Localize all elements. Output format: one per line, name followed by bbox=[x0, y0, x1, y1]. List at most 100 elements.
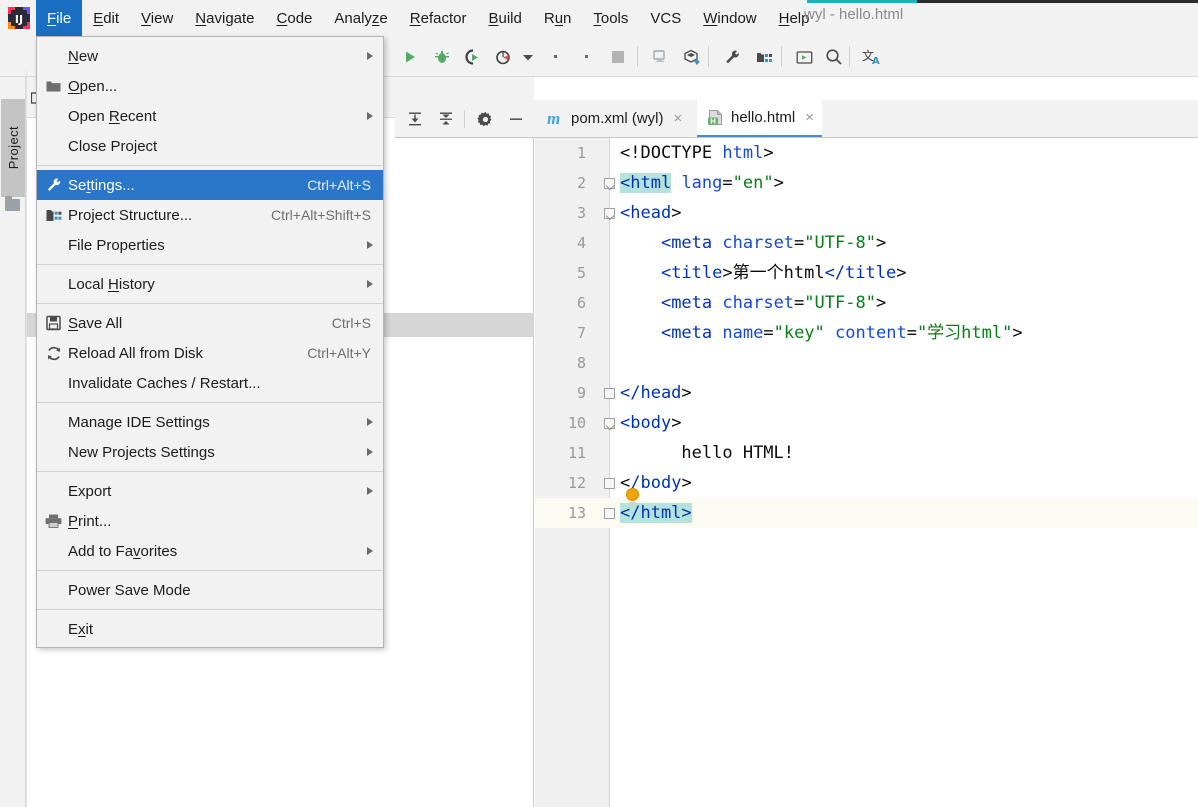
dropdown-arrow-icon[interactable] bbox=[516, 45, 540, 69]
menu-item-shortcut: Ctrl+Alt+S bbox=[307, 177, 371, 193]
code-editor[interactable]: 1<!DOCTYPE html>2<html lang="en">3<head>… bbox=[535, 138, 1198, 807]
fold-expand-icon[interactable] bbox=[604, 208, 615, 219]
code-line[interactable]: </head> bbox=[620, 378, 1198, 408]
menu-item-save-all[interactable]: Save AllCtrl+S bbox=[37, 308, 383, 338]
expand-all-icon[interactable] bbox=[404, 108, 426, 130]
svg-text:A: A bbox=[872, 56, 880, 67]
menu-item-project-structure[interactable]: Project Structure...Ctrl+Alt+Shift+S bbox=[37, 200, 383, 230]
menu-item-invalidate-caches-restart[interactable]: Invalidate Caches / Restart... bbox=[37, 368, 383, 398]
menubar-item-code[interactable]: Code bbox=[266, 0, 324, 36]
code-line[interactable]: <meta charset="UTF-8"> bbox=[620, 228, 1198, 258]
project-structure-icon[interactable] bbox=[752, 45, 776, 69]
line-number: 12 bbox=[535, 468, 594, 498]
editor-tab-label: hello.html bbox=[731, 109, 795, 126]
menubar-item-run[interactable]: Run bbox=[533, 0, 583, 36]
fold-collapse-icon[interactable] bbox=[604, 478, 615, 489]
code-line[interactable]: hello HTML! bbox=[620, 438, 1198, 468]
collapse-all-icon[interactable] bbox=[435, 108, 457, 130]
editor-tab-pom.xml[interactable]: mpom.xml (wyl)× bbox=[537, 100, 690, 137]
code-line[interactable]: <html lang="en"> bbox=[620, 168, 1198, 198]
menu-bar: IJ FileEditViewNavigateCodeAnalyze Refact… bbox=[0, 0, 1198, 36]
menubar-item-vcs[interactable]: VCS bbox=[639, 0, 692, 36]
debug-icon[interactable] bbox=[430, 45, 454, 69]
fold-expand-icon[interactable] bbox=[604, 418, 615, 429]
menu-item-open-recent[interactable]: Open Recent bbox=[37, 101, 383, 131]
fold-collapse-icon[interactable] bbox=[604, 508, 615, 519]
submenu-arrow-icon bbox=[367, 418, 373, 426]
menubar-item-window[interactable]: Window bbox=[692, 0, 767, 36]
sidebar-item-project[interactable]: Project bbox=[1, 99, 25, 197]
menu-item-shortcut: Ctrl+S bbox=[332, 315, 371, 331]
menu-item-label: Reload All from Disk bbox=[68, 345, 203, 362]
code-line[interactable]: <title>第一个html</title> bbox=[620, 258, 1198, 288]
line-number: 4 bbox=[535, 228, 594, 258]
avd-manager-icon[interactable] bbox=[648, 45, 672, 69]
code-line[interactable]: <head> bbox=[620, 198, 1198, 228]
code-line[interactable]: </body> bbox=[620, 468, 1198, 498]
gear-icon[interactable] bbox=[474, 108, 496, 130]
menu-item-open[interactable]: Open... bbox=[37, 71, 383, 101]
run-coverage-icon[interactable] bbox=[461, 45, 485, 69]
wrench-icon bbox=[45, 177, 62, 194]
submenu-arrow-icon bbox=[367, 280, 373, 288]
hide-icon[interactable] bbox=[505, 108, 527, 130]
menu-item-label: New bbox=[68, 48, 98, 65]
menu-item-local-history[interactable]: Local History bbox=[37, 269, 383, 299]
menu-item-label: Add to Favorites bbox=[68, 543, 177, 560]
line-number: 3 bbox=[535, 198, 594, 228]
line-number: 6 bbox=[535, 288, 594, 318]
menubar-item-analyze[interactable]: Analyze bbox=[323, 0, 398, 36]
code-line[interactable] bbox=[620, 348, 1198, 378]
menubar-item-navigate[interactable]: Navigate bbox=[184, 0, 265, 36]
menu-item-print[interactable]: Print... bbox=[37, 506, 383, 536]
menu-item-new-projects-settings[interactable]: New Projects Settings bbox=[37, 437, 383, 467]
menubar-item-view[interactable]: View bbox=[130, 0, 184, 36]
menu-item-power-save-mode[interactable]: Power Save Mode bbox=[37, 575, 383, 605]
code-line[interactable]: <meta name="key" content="学习html"> bbox=[620, 318, 1198, 348]
menubar-item-tools[interactable]: Tools bbox=[582, 0, 639, 36]
intellij-idea-logo-icon: IJ bbox=[6, 5, 32, 31]
file-menu-dropdown[interactable]: New Open... Open Recent Close Project Settin… bbox=[36, 36, 384, 648]
stop-icon[interactable] bbox=[606, 45, 630, 69]
menu-item-exit[interactable]: Exit bbox=[37, 614, 383, 644]
menu-item-new[interactable]: New bbox=[37, 41, 383, 71]
code-line[interactable]: </html> bbox=[620, 498, 1198, 528]
code-line[interactable]: <!DOCTYPE html> bbox=[620, 138, 1198, 168]
menu-item-export[interactable]: Export bbox=[37, 476, 383, 506]
menubar-item-refactor[interactable]: Refactor bbox=[399, 0, 478, 36]
menu-separator bbox=[37, 570, 383, 571]
settings-wrench-icon[interactable] bbox=[720, 45, 744, 69]
line-number: 8 bbox=[535, 348, 594, 378]
close-icon[interactable]: × bbox=[674, 110, 683, 127]
sync-gradle-icon[interactable] bbox=[680, 45, 704, 69]
fold-expand-icon[interactable] bbox=[604, 178, 615, 189]
menu-item-label: File Properties bbox=[68, 237, 165, 254]
menu-item-label: Open Recent bbox=[68, 108, 156, 125]
editor-tab-label: pom.xml (wyl) bbox=[571, 110, 664, 127]
search-everywhere-icon[interactable] bbox=[822, 45, 846, 69]
profile-icon[interactable] bbox=[491, 45, 515, 69]
line-number: 11 bbox=[535, 438, 594, 468]
run-icon[interactable] bbox=[398, 45, 422, 69]
menu-item-manage-ide-settings[interactable]: Manage IDE Settings bbox=[37, 407, 383, 437]
close-icon[interactable]: × bbox=[805, 109, 814, 126]
translate-icon[interactable]: 文 A bbox=[858, 45, 882, 69]
menu-item-shortcut: Ctrl+Alt+Shift+S bbox=[271, 207, 371, 223]
menu-item-reload-all-from-disk[interactable]: Reload All from DiskCtrl+Alt+Y bbox=[37, 338, 383, 368]
menu-item-settings[interactable]: Settings...Ctrl+Alt+S bbox=[37, 170, 383, 200]
menu-item-file-properties[interactable]: File Properties bbox=[37, 230, 383, 260]
menu-item-add-to-favorites[interactable]: Add to Favorites bbox=[37, 536, 383, 566]
fold-collapse-icon[interactable] bbox=[604, 388, 615, 399]
menu-item-label: Open... bbox=[68, 78, 117, 95]
terminal-icon[interactable] bbox=[792, 45, 816, 69]
menubar-item-edit[interactable]: Edit bbox=[82, 0, 130, 36]
title-bar-dark bbox=[917, 0, 1198, 3]
menu-item-close-project[interactable]: Close Project bbox=[37, 131, 383, 161]
menubar-item-label: Refactor bbox=[410, 10, 467, 27]
code-line[interactable]: <body> bbox=[620, 408, 1198, 438]
editor-tab-hello.html[interactable]: Hhello.html× bbox=[697, 100, 822, 137]
menubar-item-file[interactable]: File bbox=[36, 0, 82, 36]
lightbulb-icon[interactable] bbox=[626, 488, 639, 501]
code-line[interactable]: <meta charset="UTF-8"> bbox=[620, 288, 1198, 318]
menubar-item-build[interactable]: Build bbox=[477, 0, 532, 36]
